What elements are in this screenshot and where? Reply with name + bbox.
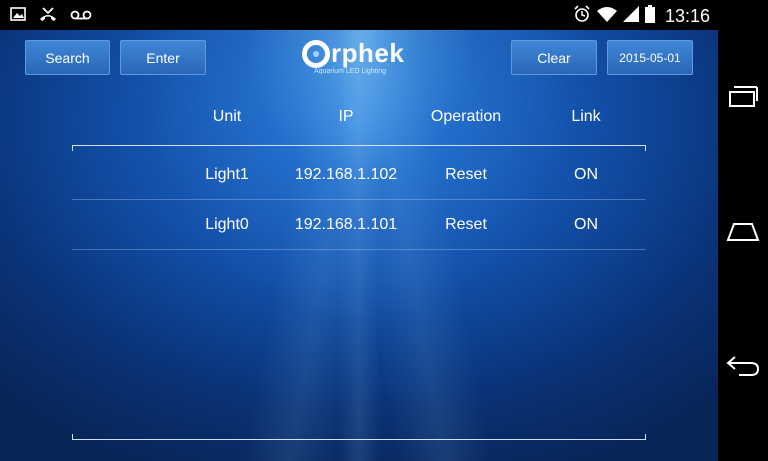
- wifi-icon: [596, 6, 617, 27]
- enter-button[interactable]: Enter: [120, 40, 206, 75]
- table-bottom-left-tick: [72, 434, 73, 440]
- back-icon[interactable]: [718, 345, 768, 385]
- cell-ip: 192.168.1.101: [294, 216, 398, 233]
- clear-button[interactable]: Clear: [511, 40, 597, 75]
- status-bar: 13:16: [0, 0, 768, 30]
- table-row[interactable]: Light0 192.168.1.101 Reset ON: [72, 200, 646, 250]
- cell-unit: Light0: [205, 216, 249, 233]
- alarm-icon: [573, 5, 591, 28]
- orphek-logo: rphek Aquarium LED Lighting: [302, 38, 420, 78]
- cell-link-status[interactable]: ON: [574, 216, 598, 234]
- logo-tagline: Aquarium LED Lighting: [314, 68, 386, 75]
- cell-ip: 192.168.1.102: [294, 166, 398, 183]
- cell-link-status[interactable]: ON: [574, 166, 598, 184]
- battery-icon: [644, 5, 655, 28]
- recent-apps-icon[interactable]: [718, 76, 768, 116]
- voicemail-icon: [70, 8, 92, 26]
- app-screen: Search Enter rphek Aquarium LED Lighting…: [0, 30, 718, 461]
- logo-name: rphek: [331, 38, 405, 68]
- table-row[interactable]: Light1 192.168.1.102 Reset ON: [72, 150, 646, 200]
- missed-call-icon: [38, 6, 58, 27]
- image-icon: [10, 7, 26, 26]
- column-header-unit: Unit: [212, 108, 242, 125]
- search-button[interactable]: Search: [25, 40, 110, 75]
- column-header-operation: Operation: [430, 108, 502, 125]
- logo-o-mark: [302, 39, 330, 68]
- date-picker[interactable]: 2015-05-01: [607, 40, 693, 75]
- reset-button[interactable]: Reset: [445, 166, 487, 184]
- column-header-ip: IP: [338, 108, 354, 125]
- table-top-divider: [72, 145, 646, 146]
- column-header-link: Link: [571, 108, 601, 125]
- clock-time: 13:16: [664, 6, 710, 26]
- home-icon[interactable]: [718, 211, 768, 251]
- navigation-bar: [718, 0, 768, 461]
- cell-unit: Light1: [205, 166, 249, 183]
- table-bottom-right-tick: [645, 434, 646, 440]
- signal-icon: [622, 6, 639, 27]
- table-bottom-divider: [72, 439, 646, 440]
- reset-button[interactable]: Reset: [445, 216, 487, 234]
